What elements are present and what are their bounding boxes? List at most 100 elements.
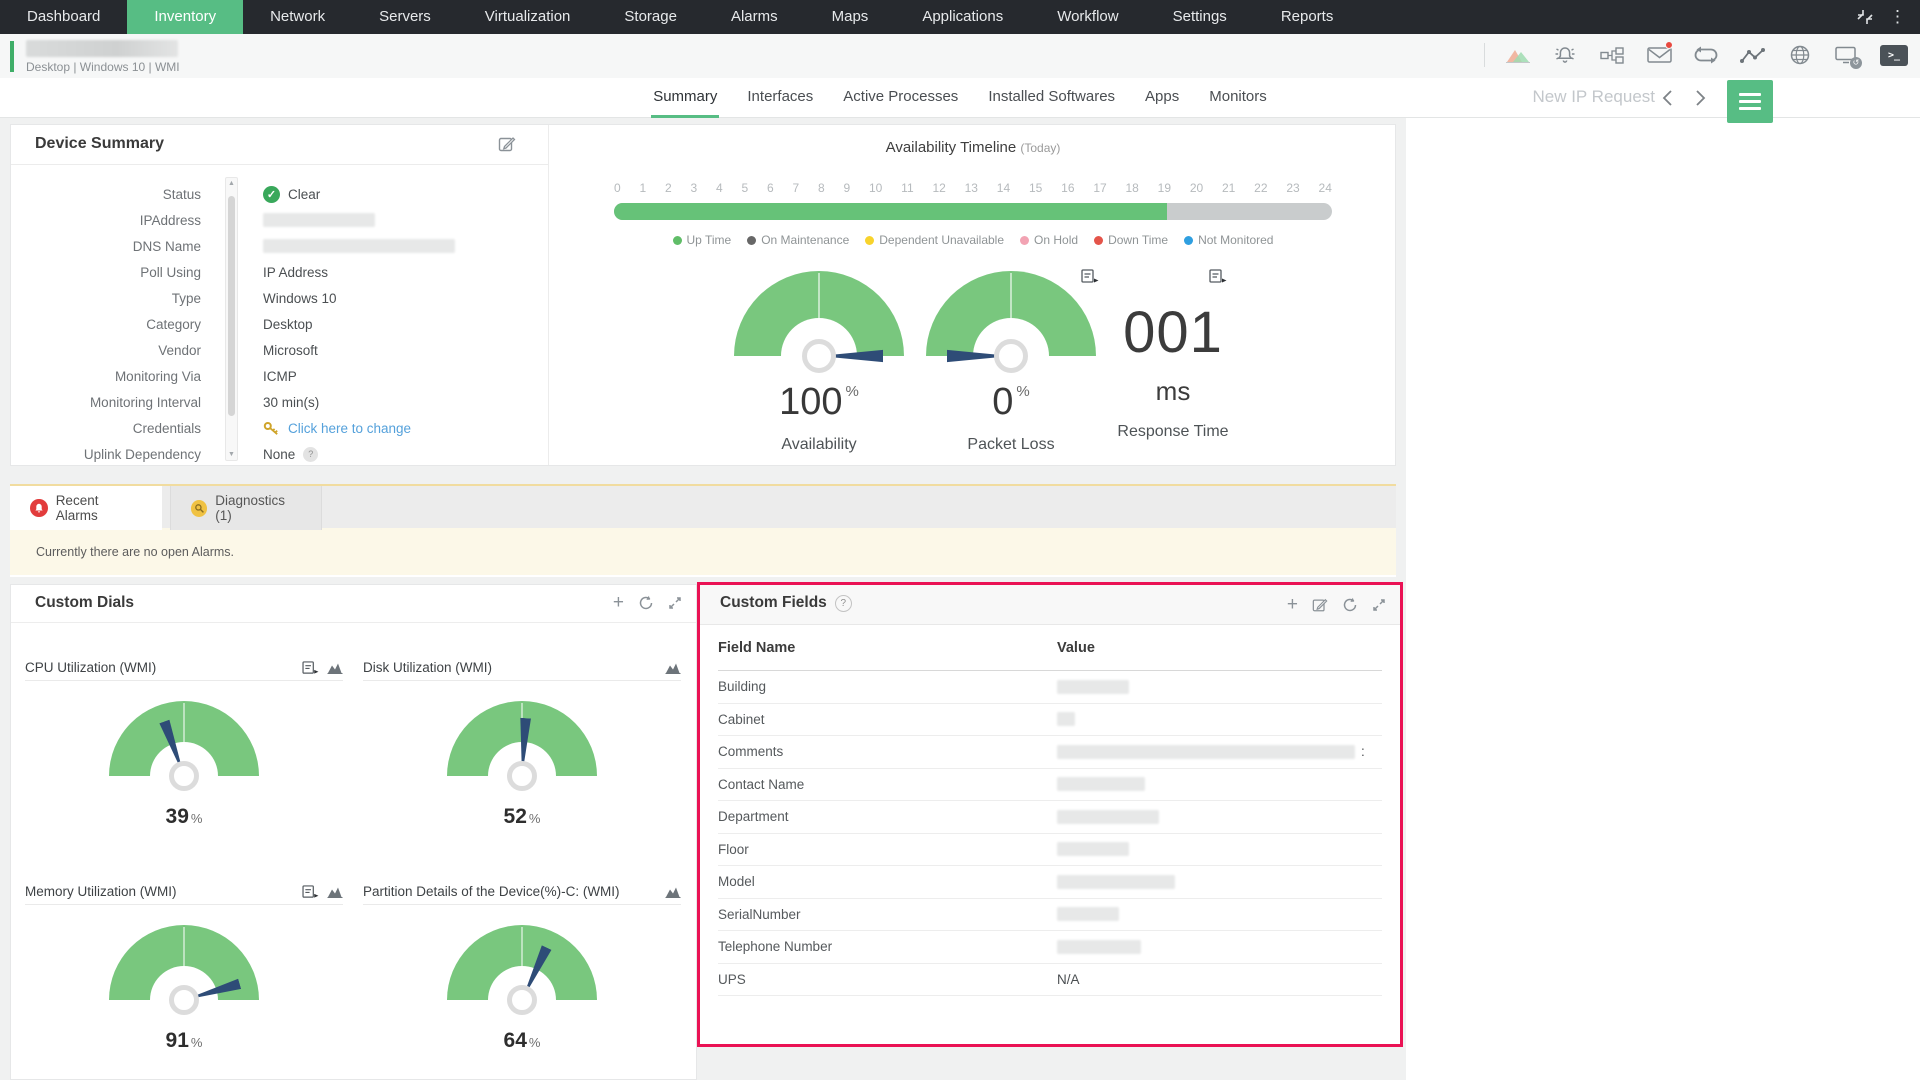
expand-icon[interactable] (1372, 598, 1386, 612)
device-summary-rows: Status ✓ Clear IPAddress DNS Name Poll U… (11, 181, 549, 465)
custom-dials-title: Custom Dials (35, 594, 134, 612)
summary-row-type: Type Windows 10 (11, 285, 549, 311)
response-time-label: Response Time (1063, 423, 1283, 441)
summary-row-ipaddress: IPAddress (11, 207, 549, 233)
link-loop-icon[interactable] (1692, 42, 1720, 68)
field-row-ups: UPS N/A (718, 964, 1382, 997)
threshold-settings-icon[interactable] (1209, 269, 1227, 284)
custom-fields-table: Field Name Value Building Cabinet Commen… (718, 625, 1382, 996)
tab-interfaces[interactable]: Interfaces (745, 78, 815, 118)
nav-item-applications[interactable]: Applications (895, 0, 1030, 34)
chevron-right-icon[interactable] (1688, 86, 1712, 110)
nav-item-alarms[interactable]: Alarms (704, 0, 805, 34)
credentials-change-link[interactable]: Click here to change (288, 421, 411, 436)
dial-title: CPU Utilization (WMI) (25, 660, 156, 675)
summary-row-vendor: Vendor Microsoft (11, 337, 549, 363)
uplink-info-icon[interactable]: ? (303, 447, 318, 462)
add-dial-icon[interactable]: + (613, 593, 624, 613)
tab-monitors[interactable]: Monitors (1207, 78, 1269, 118)
nav-item-inventory[interactable]: Inventory (127, 0, 243, 34)
custom-dials-panel: Custom Dials + CPU Utilizati (10, 584, 697, 1080)
collapse-icon[interactable] (1857, 9, 1873, 25)
legend-dot-notmonitored (1184, 236, 1193, 245)
device-summary-card: Device Summary Status ✓ Clear (11, 125, 549, 465)
tab-recent-alarms[interactable]: Recent Alarms (10, 486, 162, 530)
tab-active-processes[interactable]: Active Processes (841, 78, 960, 118)
nav-item-virtualization[interactable]: Virtualization (458, 0, 598, 34)
field-row-model: Model (718, 866, 1382, 899)
alarm-bell-badge-icon (30, 499, 48, 517)
nav-item-settings[interactable]: Settings (1146, 0, 1254, 34)
expand-icon[interactable] (668, 596, 682, 610)
device-summary-scrollbar[interactable]: ▲ ▼ (225, 177, 238, 461)
nav-item-dashboard[interactable]: Dashboard (0, 0, 127, 34)
ups-value: N/A (1057, 972, 1080, 987)
globe-icon[interactable] (1786, 42, 1814, 68)
diagnostics-magnifier-icon (191, 500, 207, 517)
summary-row-status: Status ✓ Clear (11, 181, 549, 207)
dial-hub (169, 761, 199, 791)
device-status-bar (10, 41, 14, 72)
custom-fields-header-row: Field Name Value (718, 625, 1382, 671)
view-chart-icon[interactable] (327, 886, 343, 898)
field-row-telephone-number: Telephone Number (718, 931, 1382, 964)
edit-device-icon[interactable] (498, 135, 516, 153)
alarm-bell-icon[interactable] (1551, 42, 1579, 68)
status-value: Clear (288, 187, 320, 202)
kebab-menu-icon[interactable]: ⋮ (1889, 0, 1906, 34)
nav-item-storage[interactable]: Storage (597, 0, 704, 34)
column-field-name: Field Name (718, 640, 1057, 656)
view-chart-icon[interactable] (665, 662, 681, 674)
threshold-settings-icon[interactable] (302, 661, 319, 675)
summary-row-monitoring-interval: Monitoring Interval 30 min(s) (11, 389, 549, 415)
value-redacted (1057, 777, 1145, 791)
view-chart-icon[interactable] (327, 662, 343, 674)
dial-hub (507, 761, 537, 791)
new-ip-request-label[interactable]: New IP Request (1532, 87, 1655, 107)
uptime-fill (614, 203, 1167, 220)
response-time-unit: ms (1063, 376, 1283, 407)
dial-disk-utilization: Disk Utilization (WMI) 52% (363, 655, 681, 829)
help-icon[interactable]: ? (835, 595, 852, 612)
nav-item-workflow[interactable]: Workflow (1030, 0, 1145, 34)
refresh-icon[interactable] (1342, 597, 1358, 613)
add-field-icon[interactable]: + (1287, 595, 1298, 615)
threshold-settings-icon[interactable] (302, 885, 319, 899)
workflow-topology-icon[interactable] (1598, 42, 1626, 68)
availability-label: Availability (709, 436, 929, 454)
tab-diagnostics[interactable]: Diagnostics (1) (170, 486, 322, 530)
summary-row-dnsname: DNS Name (11, 233, 549, 259)
gauge-hub (802, 339, 836, 373)
timeline-hour-ticks: 01 23 45 67 89 1011 1213 1415 1617 1819 … (614, 181, 1332, 195)
tab-apps[interactable]: Apps (1143, 78, 1181, 118)
nav-item-maps[interactable]: Maps (805, 0, 896, 34)
terminal-icon[interactable]: >_ (1880, 45, 1908, 66)
field-row-department: Department (718, 801, 1382, 834)
scroll-up-icon[interactable]: ▲ (226, 180, 237, 187)
status-clear-icon: ✓ (263, 186, 280, 203)
nav-item-reports[interactable]: Reports (1254, 0, 1361, 34)
chevron-left-icon[interactable] (1658, 86, 1682, 110)
legend-dot-dependent (865, 236, 874, 245)
legend-dot-onhold (1020, 236, 1029, 245)
availability-timeline-bar (614, 203, 1332, 220)
nav-item-network[interactable]: Network (243, 0, 352, 34)
device-header: Desktop | Windows 10 | WMI (0, 34, 1920, 78)
nav-item-servers[interactable]: Servers (352, 0, 458, 34)
menu-button[interactable] (1727, 80, 1773, 123)
device-type-line: Desktop | Windows 10 | WMI (26, 60, 180, 74)
response-time-value: 001 (1063, 299, 1283, 366)
tab-installed-softwares[interactable]: Installed Softwares (986, 78, 1117, 118)
refresh-icon[interactable] (638, 595, 654, 611)
edit-fields-icon[interactable] (1312, 597, 1328, 613)
summary-row-uplink-dependency: Uplink Dependency None ? (11, 441, 549, 465)
performance-chart-icon[interactable] (1504, 42, 1532, 68)
alarms-empty-message: Currently there are no open Alarms. (10, 528, 1396, 575)
scroll-down-icon[interactable]: ▼ (226, 451, 237, 458)
mail-icon[interactable] (1645, 42, 1673, 68)
tab-summary[interactable]: Summary (651, 78, 719, 118)
scrollbar-thumb[interactable] (228, 196, 235, 416)
sparkline-icon[interactable] (1739, 42, 1767, 68)
view-chart-icon[interactable] (665, 886, 681, 898)
remote-session-icon[interactable]: ↺ (1833, 42, 1861, 68)
